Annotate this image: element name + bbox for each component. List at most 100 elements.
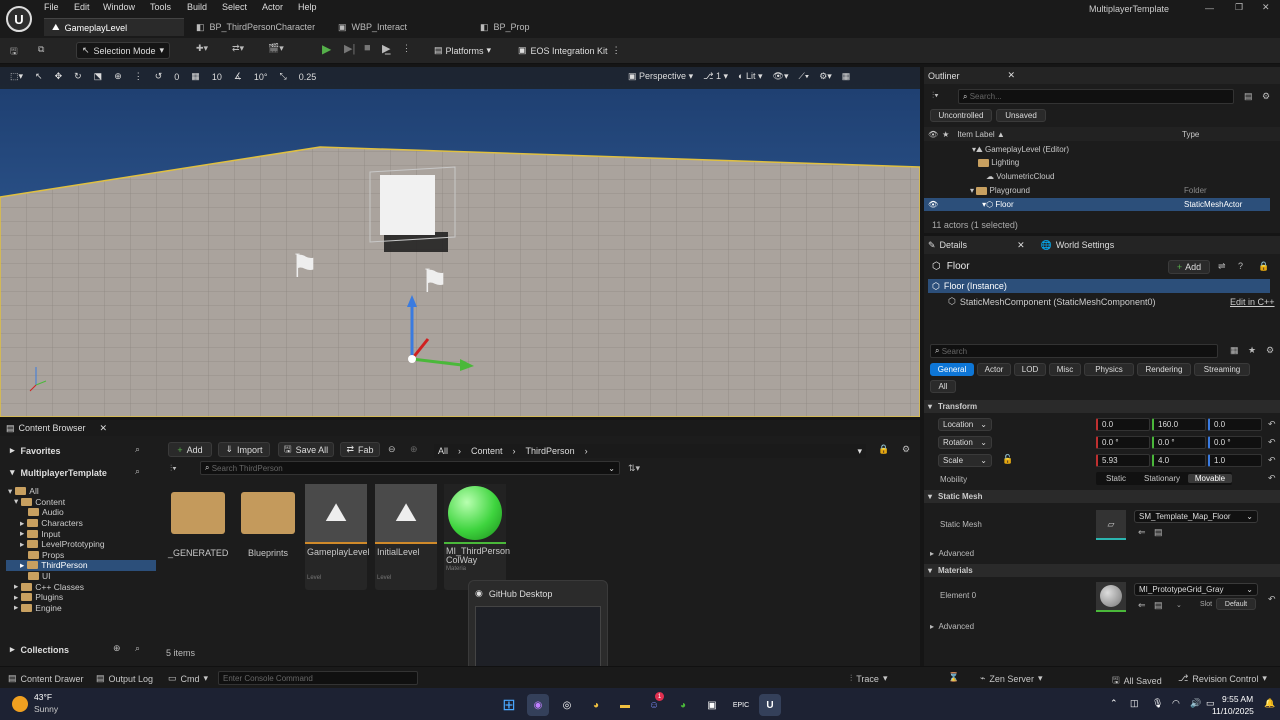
location-x[interactable]: 0.0	[1096, 418, 1150, 431]
rotation-dropdown[interactable]: Rotation ⌄	[938, 436, 992, 449]
component-row[interactable]: ⬡ StaticMeshComponent (StaticMeshComponen…	[948, 296, 1155, 307]
instance-row[interactable]: ⬡ Floor (Instance)	[928, 279, 1270, 293]
tab-bp-thirdpersoncharacter[interactable]: ◧ BP_ThirdPersonCharacter	[188, 18, 328, 36]
tree-item-all[interactable]: ▾ All	[6, 486, 156, 497]
breadcrumb-all[interactable]: All	[438, 446, 448, 456]
floor-mesh[interactable]	[0, 146, 920, 417]
select-icon[interactable]: ↖	[35, 71, 43, 82]
wifi-icon[interactable]: ◠	[1172, 698, 1180, 709]
weather-desc[interactable]: Sunny	[34, 704, 58, 714]
minimize-icon[interactable]: —	[1205, 3, 1214, 13]
edit-cpp-link[interactable]: Edit in C++	[1230, 297, 1275, 307]
sort-icon[interactable]: ⇅▾	[628, 463, 640, 474]
slot-default-dropdown[interactable]: Default	[1216, 598, 1256, 610]
tree-item-engine[interactable]: ▸ Engine	[6, 602, 156, 614]
reset-icon[interactable]: ⌄	[1176, 601, 1182, 609]
close-tab-icon[interactable]: ✕	[1008, 70, 1016, 81]
save-all-button[interactable]: 🖫 Save All	[278, 442, 334, 457]
cinematics-icon[interactable]: 🎬▾	[268, 43, 284, 54]
clock-time[interactable]: 9:55 AM	[1222, 694, 1253, 704]
mobility-movable[interactable]: Movable	[1188, 474, 1232, 483]
launch-icon[interactable]: ▶̲	[382, 42, 390, 55]
angle-snap-icon[interactable]: ∡	[234, 71, 242, 82]
rotation-z[interactable]: 0.0 °	[1208, 436, 1262, 449]
angle-snap-value[interactable]: 10°	[254, 72, 268, 82]
rotate-icon[interactable]: ↻	[74, 71, 82, 82]
add-actor-icon[interactable]: ✚▾	[196, 43, 208, 54]
maximize-icon[interactable]: ❐	[1235, 2, 1243, 13]
camera-speed[interactable]: ⎇ 1 ▾	[703, 71, 728, 82]
eos-integration-button[interactable]: ▣ EOS Integration Kit ⋮	[518, 45, 621, 56]
details-settings-icon[interactable]: ⚙	[1266, 345, 1274, 356]
mobility-static[interactable]: Static	[1096, 474, 1136, 483]
fab-button[interactable]: ⇄ Fab	[340, 442, 380, 457]
tab-gameplaylevel[interactable]: ⛰ GameplayLevel	[44, 18, 184, 36]
browse-icon[interactable]: ▤	[1154, 527, 1163, 538]
filter-tab-rendering[interactable]: Rendering	[1137, 363, 1191, 376]
unreal-logo-icon[interactable]: U	[6, 6, 32, 32]
rotation-x[interactable]: 0.0 °	[1096, 436, 1150, 449]
reset-icon[interactable]: ↶	[1268, 473, 1276, 484]
outliner-row[interactable]: Lighting	[924, 156, 1280, 169]
breadcrumb-content[interactable]: Content	[471, 446, 503, 456]
reset-icon[interactable]: ↶	[1268, 437, 1276, 448]
search-icon[interactable]: ⌕	[135, 444, 140, 455]
tree-item-characters[interactable]: ▸ Characters	[6, 518, 156, 529]
filter-tab-actor[interactable]: Actor	[977, 363, 1011, 376]
windows-start-icon[interactable]: ⊞	[498, 694, 520, 716]
search-icon[interactable]: ⌕	[135, 643, 140, 654]
asset-tile[interactable]: Blueprints	[238, 484, 298, 594]
add-component-button[interactable]: + Add	[1168, 260, 1210, 274]
more-icon[interactable]: ⋮	[134, 71, 143, 82]
file-explorer-icon[interactable]: ▬	[614, 694, 636, 716]
tree-item-content[interactable]: ▾ Content	[6, 496, 156, 508]
menu-actor[interactable]: Actor	[262, 2, 283, 12]
github-desktop-icon[interactable]: ◉	[527, 694, 549, 716]
filter-tab-physics[interactable]: Physics	[1084, 363, 1134, 376]
volume-icon[interactable]: 🔊	[1190, 698, 1201, 709]
zen-server-button[interactable]: ⌁ Zen Server ▾	[980, 673, 1042, 684]
tab-world-settings[interactable]: World Settings	[1056, 240, 1114, 250]
grid-snap-icon[interactable]: ▦	[191, 71, 200, 82]
forward-icon[interactable]: ⊕	[410, 444, 418, 455]
selection-mode-dropdown[interactable]: ↖ Selection Mode ▾	[76, 42, 170, 59]
performance-icon[interactable]: ⟋▾	[798, 71, 809, 82]
asset-tile[interactable]: ⛰ InitialLevel Level	[375, 484, 437, 590]
breadcrumb-thirdperson[interactable]: ThirdPerson	[526, 446, 575, 456]
static-mesh-dropdown[interactable]: SM_Template_Map_Floor ⌄	[1134, 510, 1258, 523]
use-selected-icon[interactable]: ⇐	[1138, 527, 1146, 538]
project-root[interactable]: ▾ MultiplayerTemplate	[10, 467, 107, 478]
scale-z[interactable]: 1.0	[1208, 454, 1262, 467]
grid-snap-value[interactable]: 10	[212, 72, 222, 82]
outliner-search-input[interactable]: ⌕ Search...	[958, 89, 1234, 104]
world-icon[interactable]: ⊕	[114, 71, 122, 82]
details-search-input[interactable]: ⌕ Search	[930, 344, 1218, 358]
white-cube[interactable]	[380, 175, 435, 235]
asset-tile[interactable]: _GENERATED	[168, 484, 228, 594]
material-thumbnail[interactable]	[1096, 582, 1126, 612]
location-y[interactable]: 160.0	[1152, 418, 1206, 431]
app-icon[interactable]: ◎	[556, 694, 578, 716]
rotation-y[interactable]: 0.0 °	[1152, 436, 1206, 449]
outliner-row[interactable]: ☁ VolumetricCloud	[924, 170, 1280, 183]
scale-snap-icon[interactable]: ⤡	[280, 71, 287, 82]
close-tab-icon[interactable]: ✕	[1017, 240, 1025, 251]
blueprints-icon[interactable]: ⇄▾	[232, 43, 244, 54]
location-z[interactable]: 0.0	[1208, 418, 1262, 431]
notifications-icon[interactable]: 🔔	[1264, 698, 1275, 709]
menu-file[interactable]: File	[44, 2, 59, 12]
rot-snap-icon[interactable]: ↺	[155, 71, 163, 82]
scale-icon[interactable]: ⬔	[94, 71, 103, 82]
tree-item-plugins[interactable]: ▸ Plugins	[6, 592, 156, 603]
rot-snap-value[interactable]: 0	[174, 72, 179, 82]
filter-tab-streaming[interactable]: Streaming	[1194, 363, 1250, 376]
perspective-dropdown[interactable]: ▣ Perspective ▾	[628, 71, 693, 82]
tab-content-browser[interactable]: Content Browser	[19, 423, 86, 433]
epic-games-icon[interactable]: EPIC	[730, 694, 752, 716]
add-collection-icon[interactable]: ⊕	[113, 643, 121, 654]
reset-icon[interactable]: ↶	[1268, 594, 1276, 605]
cmd-dropdown[interactable]: ▭ Cmd ▾	[168, 673, 208, 684]
console-input[interactable]: Enter Console Command	[218, 671, 418, 685]
show-flags-icon[interactable]: 👁▾	[773, 71, 789, 82]
menu-window[interactable]: Window	[103, 2, 135, 12]
